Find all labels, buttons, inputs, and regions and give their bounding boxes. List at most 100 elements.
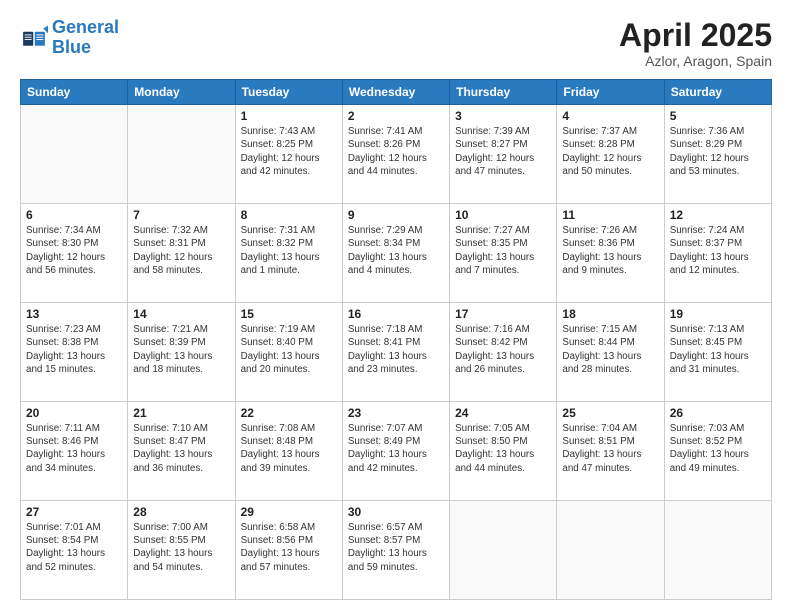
day-info: Sunrise: 7:01 AM Sunset: 8:54 PM Dayligh… (26, 521, 122, 574)
day-number: 10 (455, 208, 551, 222)
day-number: 22 (241, 406, 337, 420)
day-number: 23 (348, 406, 444, 420)
calendar-cell: 17 Sunrise: 7:16 AM Sunset: 8:42 PM Dayli… (450, 303, 557, 402)
day-info: Sunrise: 7:11 AM Sunset: 8:46 PM Dayligh… (26, 422, 122, 475)
calendar-cell: 11 Sunrise: 7:26 AM Sunset: 8:36 PM Dayli… (557, 204, 664, 303)
calendar-cell: 23Sunrise: 7:07 AM Sunset: 8:49 PM Dayli… (342, 402, 449, 501)
day-info: Sunrise: 7:32 AM Sunset: 8:31 PM Dayligh… (133, 224, 229, 277)
calendar-cell: 30 Sunrise: 6:57 AM Sunset: 8:57 PM Dayli… (342, 501, 449, 600)
day-info: Sunrise: 7:37 AM Sunset: 8:28 PM Dayligh… (562, 125, 658, 178)
calendar-cell (664, 501, 771, 600)
calendar-cell: 7 Sunrise: 7:32 AM Sunset: 8:31 PM Daylig… (128, 204, 235, 303)
day-number: 15 (241, 307, 337, 321)
col-header-wednesday: Wednesday (342, 80, 449, 105)
day-number: 12 (670, 208, 766, 222)
day-number: 14 (133, 307, 229, 321)
calendar-cell: 20Sunrise: 7:11 AM Sunset: 8:46 PM Dayli… (21, 402, 128, 501)
day-info: Sunrise: 7:03 AM Sunset: 8:52 PM Dayligh… (670, 422, 766, 475)
calendar-cell: 18Sunrise: 7:15 AM Sunset: 8:44 PM Dayli… (557, 303, 664, 402)
logo-line2: Blue (52, 37, 91, 57)
main-title: April 2025 (619, 18, 772, 53)
day-number: 19 (670, 307, 766, 321)
day-number: 13 (26, 307, 122, 321)
page: General Blue April 2025 Azlor, Aragon, S… (0, 0, 792, 612)
calendar-cell: 19Sunrise: 7:13 AM Sunset: 8:45 PM Dayli… (664, 303, 771, 402)
day-number: 3 (455, 109, 551, 123)
day-number: 16 (348, 307, 444, 321)
logo-text: General Blue (52, 18, 119, 58)
day-number: 9 (348, 208, 444, 222)
calendar-cell: 16 Sunrise: 7:18 AM Sunset: 8:41 PM Dayli… (342, 303, 449, 402)
calendar-cell: 21Sunrise: 7:10 AM Sunset: 8:47 PM Dayli… (128, 402, 235, 501)
day-info: Sunrise: 7:04 AM Sunset: 8:51 PM Dayligh… (562, 422, 658, 475)
day-info: Sunrise: 7:18 AM Sunset: 8:41 PM Dayligh… (348, 323, 444, 376)
col-header-friday: Friday (557, 80, 664, 105)
calendar-cell (450, 501, 557, 600)
day-info: Sunrise: 7:21 AM Sunset: 8:39 PM Dayligh… (133, 323, 229, 376)
day-number: 5 (670, 109, 766, 123)
day-number: 8 (241, 208, 337, 222)
logo: General Blue (20, 18, 119, 58)
title-block: April 2025 Azlor, Aragon, Spain (619, 18, 772, 69)
calendar-cell: 12 Sunrise: 7:24 AM Sunset: 8:37 PM Dayli… (664, 204, 771, 303)
calendar-cell: 2 Sunrise: 7:41 AM Sunset: 8:26 PM Daylig… (342, 105, 449, 204)
calendar-cell (128, 105, 235, 204)
day-info: Sunrise: 7:31 AM Sunset: 8:32 PM Dayligh… (241, 224, 337, 277)
day-number: 11 (562, 208, 658, 222)
calendar-cell: 28 Sunrise: 7:00 AM Sunset: 8:55 PM Dayli… (128, 501, 235, 600)
col-header-tuesday: Tuesday (235, 80, 342, 105)
calendar-cell: 1Sunrise: 7:43 AM Sunset: 8:25 PM Daylig… (235, 105, 342, 204)
day-number: 26 (670, 406, 766, 420)
day-info: Sunrise: 7:41 AM Sunset: 8:26 PM Dayligh… (348, 125, 444, 178)
day-number: 18 (562, 307, 658, 321)
day-info: Sunrise: 7:23 AM Sunset: 8:38 PM Dayligh… (26, 323, 122, 376)
day-info: Sunrise: 7:36 AM Sunset: 8:29 PM Dayligh… (670, 125, 766, 178)
calendar-cell: 29Sunrise: 6:58 AM Sunset: 8:56 PM Dayli… (235, 501, 342, 600)
calendar-cell: 26 Sunrise: 7:03 AM Sunset: 8:52 PM Dayli… (664, 402, 771, 501)
col-header-saturday: Saturday (664, 80, 771, 105)
day-info: Sunrise: 7:00 AM Sunset: 8:55 PM Dayligh… (133, 521, 229, 574)
day-info: Sunrise: 7:39 AM Sunset: 8:27 PM Dayligh… (455, 125, 551, 178)
calendar-cell: 22 Sunrise: 7:08 AM Sunset: 8:48 PM Dayli… (235, 402, 342, 501)
day-info: Sunrise: 7:19 AM Sunset: 8:40 PM Dayligh… (241, 323, 337, 376)
calendar-table: SundayMondayTuesdayWednesdayThursdayFrid… (20, 79, 772, 600)
day-info: Sunrise: 6:58 AM Sunset: 8:56 PM Dayligh… (241, 521, 337, 574)
day-info: Sunrise: 7:29 AM Sunset: 8:34 PM Dayligh… (348, 224, 444, 277)
day-number: 24 (455, 406, 551, 420)
day-number: 7 (133, 208, 229, 222)
week-row-1: 1Sunrise: 7:43 AM Sunset: 8:25 PM Daylig… (21, 105, 772, 204)
calendar-cell: 27Sunrise: 7:01 AM Sunset: 8:54 PM Dayli… (21, 501, 128, 600)
week-row-2: 6 Sunrise: 7:34 AM Sunset: 8:30 PM Daylig… (21, 204, 772, 303)
day-number: 28 (133, 505, 229, 519)
day-number: 6 (26, 208, 122, 222)
day-number: 2 (348, 109, 444, 123)
calendar-cell: 6 Sunrise: 7:34 AM Sunset: 8:30 PM Daylig… (21, 204, 128, 303)
calendar-cell: 8 Sunrise: 7:31 AM Sunset: 8:32 PM Daylig… (235, 204, 342, 303)
day-info: Sunrise: 7:08 AM Sunset: 8:48 PM Dayligh… (241, 422, 337, 475)
day-info: Sunrise: 7:34 AM Sunset: 8:30 PM Dayligh… (26, 224, 122, 277)
week-row-3: 13 Sunrise: 7:23 AM Sunset: 8:38 PM Dayli… (21, 303, 772, 402)
calendar-cell: 15 Sunrise: 7:19 AM Sunset: 8:40 PM Dayli… (235, 303, 342, 402)
calendar-cell: 3 Sunrise: 7:39 AM Sunset: 8:27 PM Daylig… (450, 105, 557, 204)
day-number: 25 (562, 406, 658, 420)
day-number: 21 (133, 406, 229, 420)
day-info: Sunrise: 6:57 AM Sunset: 8:57 PM Dayligh… (348, 521, 444, 574)
week-row-5: 27Sunrise: 7:01 AM Sunset: 8:54 PM Dayli… (21, 501, 772, 600)
calendar-cell: 4Sunrise: 7:37 AM Sunset: 8:28 PM Daylig… (557, 105, 664, 204)
day-number: 17 (455, 307, 551, 321)
header: General Blue April 2025 Azlor, Aragon, S… (20, 18, 772, 69)
day-info: Sunrise: 7:26 AM Sunset: 8:36 PM Dayligh… (562, 224, 658, 277)
calendar-cell: 5 Sunrise: 7:36 AM Sunset: 8:29 PM Daylig… (664, 105, 771, 204)
day-info: Sunrise: 7:24 AM Sunset: 8:37 PM Dayligh… (670, 224, 766, 277)
week-row-4: 20Sunrise: 7:11 AM Sunset: 8:46 PM Dayli… (21, 402, 772, 501)
day-number: 1 (241, 109, 337, 123)
day-number: 30 (348, 505, 444, 519)
calendar-header-row: SundayMondayTuesdayWednesdayThursdayFrid… (21, 80, 772, 105)
day-info: Sunrise: 7:05 AM Sunset: 8:50 PM Dayligh… (455, 422, 551, 475)
day-info: Sunrise: 7:16 AM Sunset: 8:42 PM Dayligh… (455, 323, 551, 376)
calendar-cell: 25 Sunrise: 7:04 AM Sunset: 8:51 PM Dayli… (557, 402, 664, 501)
calendar-cell: 9 Sunrise: 7:29 AM Sunset: 8:34 PM Daylig… (342, 204, 449, 303)
calendar-cell (557, 501, 664, 600)
col-header-monday: Monday (128, 80, 235, 105)
subtitle: Azlor, Aragon, Spain (619, 53, 772, 69)
